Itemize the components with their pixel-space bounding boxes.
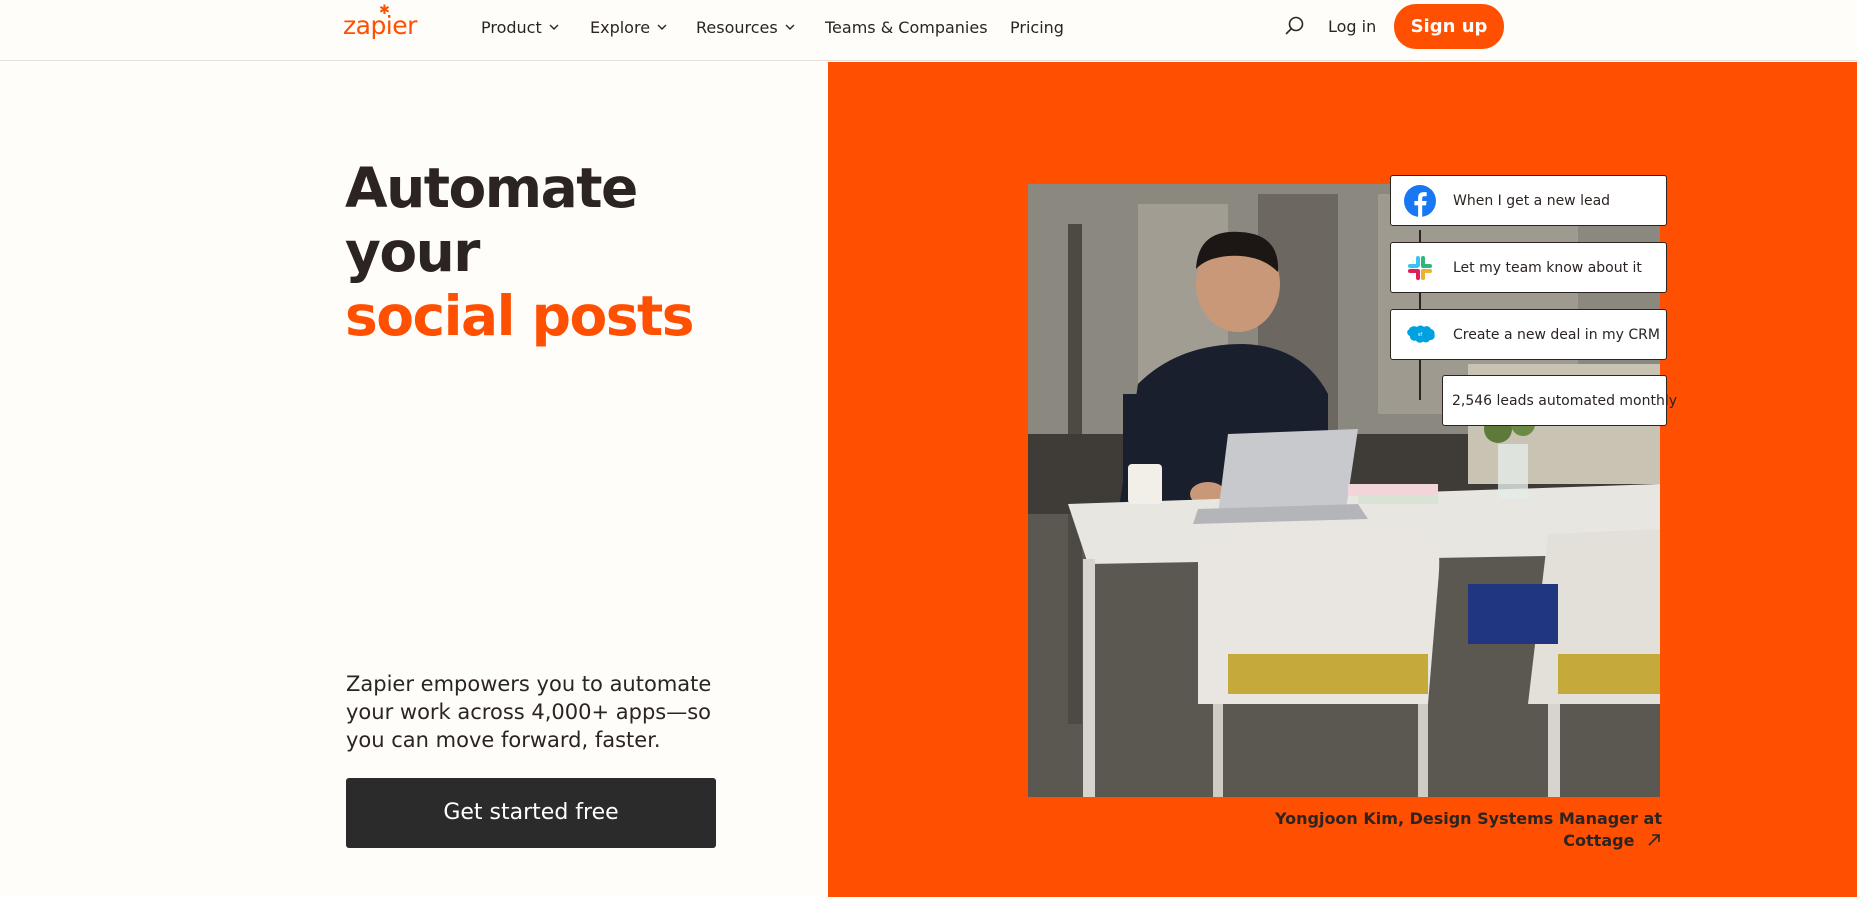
workflow-step-salesforce: sf Create a new deal in my CRM xyxy=(1390,309,1667,360)
chevron-down-icon xyxy=(784,21,796,33)
chevron-down-icon xyxy=(548,21,560,33)
nav-resources[interactable]: Resources xyxy=(696,14,796,40)
workflow-step-facebook: When I get a new lead xyxy=(1390,175,1667,226)
nav-explore-label: Explore xyxy=(590,17,651,37)
external-arrow-icon xyxy=(1646,832,1662,848)
chevron-down-icon xyxy=(656,21,668,33)
nav-pricing-label: Pricing xyxy=(1010,17,1064,37)
workflow-step-label: Let my team know about it xyxy=(1453,259,1642,276)
nav-resources-label: Resources xyxy=(696,17,778,37)
workflow-stat-badge: 2,546 leads automated monthly xyxy=(1442,375,1677,426)
login-link[interactable]: Log in xyxy=(1328,14,1376,40)
signup-button[interactable]: Sign up xyxy=(1394,4,1504,49)
hero-title-accent: social posts xyxy=(345,284,695,348)
testimonial-link[interactable]: Yongjoon Kim, Design Systems Manager at … xyxy=(1232,808,1662,852)
workflow-step-label: Create a new deal in my CRM xyxy=(1453,326,1660,343)
nav-explore[interactable]: Explore xyxy=(590,14,668,40)
hero-title: Automate your social posts xyxy=(345,156,765,348)
slack-icon xyxy=(1404,252,1436,284)
workflow-stat-label: 2,546 leads automated monthly xyxy=(1452,392,1678,409)
nav-teams-label: Teams & Companies xyxy=(825,17,988,37)
workflow-step-slack: Let my team know about it xyxy=(1390,242,1667,293)
svg-text:sf: sf xyxy=(1418,332,1423,338)
testimonial-caption: Yongjoon Kim, Design Systems Manager at … xyxy=(1275,809,1662,850)
nav-pricing[interactable]: Pricing xyxy=(1010,14,1064,40)
salesforce-icon: sf xyxy=(1404,319,1436,351)
workflow-step-label: When I get a new lead xyxy=(1453,192,1611,209)
get-started-button[interactable]: Get started free xyxy=(346,778,716,848)
search-icon[interactable] xyxy=(1284,15,1306,37)
nav-teams-companies[interactable]: Teams & Companies xyxy=(825,14,988,40)
nav-product-label: Product xyxy=(481,17,542,37)
nav-product[interactable]: Product xyxy=(481,14,560,40)
site-header: zapier ✱ Product Explore Resources Teams… xyxy=(0,0,1857,61)
logo-asterisk-icon: ✱ xyxy=(379,3,390,18)
hero-subtitle: Zapier empowers you to automate your wor… xyxy=(346,672,712,752)
hero-title-line1: Automate your xyxy=(345,156,638,284)
facebook-icon xyxy=(1404,184,1436,217)
zapier-logo[interactable]: zapier ✱ xyxy=(343,4,417,42)
